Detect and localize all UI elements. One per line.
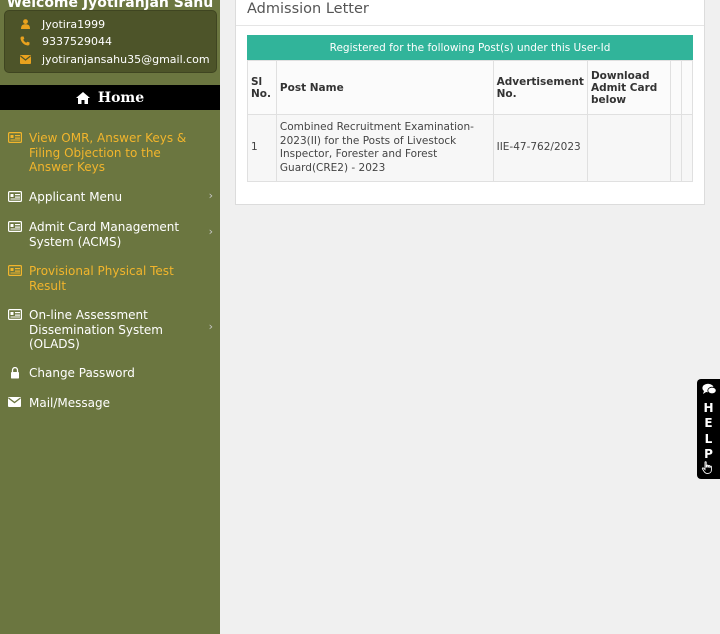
- id-card-icon: [0, 131, 29, 143]
- sidebar-item-view-omr[interactable]: View OMR, Answer Keys & Filing Objection…: [0, 131, 220, 175]
- sidebar-item-mail-message[interactable]: Mail/Message: [0, 396, 220, 411]
- cell-extra-2: [681, 114, 693, 182]
- id-card-icon: [0, 308, 29, 320]
- help-letter: E: [704, 416, 713, 431]
- column-header-extra-1: [670, 60, 683, 115]
- email-text: jyotiranjansahu35@gmail.com: [42, 52, 210, 66]
- home-label: Home: [97, 89, 145, 106]
- sidebar-item-applicant-menu[interactable]: Applicant Menu ›: [0, 189, 220, 205]
- chevron-right-icon: ›: [208, 320, 213, 333]
- help-letter: L: [704, 431, 713, 446]
- sidebar-item-physical-test-result[interactable]: Provisional Physical Test Result: [0, 264, 220, 293]
- user-email-row: jyotiranjansahu35@gmail.com: [13, 51, 210, 67]
- cell-advertisement: IIE-47-762/2023: [492, 114, 588, 182]
- home-link[interactable]: Home: [0, 85, 220, 110]
- cell-extra-1: [670, 114, 683, 182]
- sidebar-item-label: View OMR, Answer Keys & Filing Objection…: [29, 131, 187, 174]
- id-card-icon: [0, 190, 29, 202]
- lock-icon: [0, 366, 29, 379]
- table-row: 1 Combined Recruitment Examination-2023(…: [247, 114, 693, 182]
- column-header-sl: Sl No.: [247, 60, 277, 115]
- id-card-icon: [0, 220, 29, 232]
- sidebar-item-label: Change Password: [29, 366, 135, 380]
- help-letters: H E L P: [697, 401, 720, 462]
- cell-download[interactable]: [586, 114, 672, 182]
- column-header-extra-2: [681, 60, 693, 115]
- sidebar-item-label: Mail/Message: [29, 396, 111, 410]
- help-widget[interactable]: H E L P: [697, 379, 720, 479]
- username-text: Jyotira1999: [42, 17, 106, 31]
- sidebar-item-label: Applicant Menu: [29, 190, 123, 204]
- registered-posts-header: Registered for the following Post(s) und…: [247, 35, 693, 60]
- phone-icon: [13, 36, 37, 46]
- posts-table: Sl No. Post Name Advertisement No. Downl…: [247, 60, 693, 182]
- title-divider: [236, 25, 704, 26]
- sidebar-item-label: Provisional Physical Test Result: [29, 264, 174, 293]
- user-username-row: Jyotira1999: [13, 16, 105, 32]
- phone-text: 9337529044: [42, 34, 112, 48]
- user-phone-row: 9337529044: [13, 33, 112, 49]
- home-icon: [75, 91, 90, 104]
- chevron-right-icon: ›: [208, 189, 213, 202]
- hand-pointer-icon: [701, 461, 714, 477]
- sidebar-item-label: On-line Assessment Dissemination System …: [29, 308, 163, 351]
- column-header-advertisement: Advertisement No.: [492, 60, 588, 115]
- sidebar-item-label: Admit Card Management System (ACMS): [29, 220, 180, 249]
- sidebar: Welcome Jyotiranjan Sahu Jyotira1999 933…: [0, 0, 220, 634]
- user-info-box: Jyotira1999 9337529044 jyotiranjansahu35…: [4, 10, 217, 73]
- help-letter: H: [703, 401, 714, 415]
- chat-icon: [702, 383, 717, 399]
- table-header-row: Sl No. Post Name Advertisement No. Downl…: [247, 60, 693, 115]
- sidebar-item-olads[interactable]: On-line Assessment Dissemination System …: [0, 308, 220, 352]
- envelope-icon: [0, 396, 29, 407]
- sidebar-item-change-password[interactable]: Change Password: [0, 366, 220, 381]
- user-icon: [13, 19, 37, 29]
- column-header-post-name: Post Name: [275, 60, 494, 115]
- envelope-icon: [13, 54, 37, 64]
- chevron-right-icon: ›: [208, 225, 213, 238]
- cell-post-name: Combined Recruitment Examination-2023(II…: [275, 114, 494, 182]
- id-card-icon: [0, 264, 29, 276]
- help-letter: P: [704, 446, 713, 461]
- column-header-download: Download Admit Card below: [586, 60, 672, 115]
- cell-sl: 1: [247, 114, 277, 182]
- sidebar-item-acms[interactable]: Admit Card Management System (ACMS) ›: [0, 220, 220, 249]
- page-title: Admission Letter: [247, 1, 369, 17]
